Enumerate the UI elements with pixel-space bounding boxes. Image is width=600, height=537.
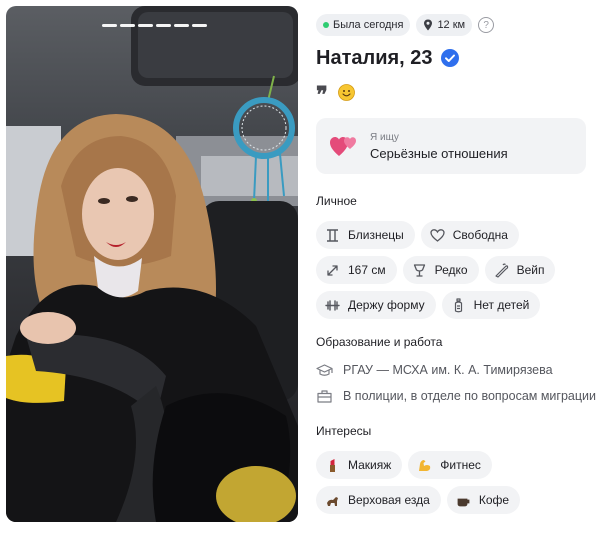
work-item: В полиции, в отделе по вопросам миграции <box>316 387 596 405</box>
chip-interest-horse-riding: Верховая езда <box>316 486 441 514</box>
wine-glass-icon <box>413 263 425 277</box>
chip-label: Нет детей <box>473 298 530 312</box>
chip-label: Редко <box>434 263 468 277</box>
last-seen-text: Была сегодня <box>333 19 404 31</box>
distance-text: 12 км <box>437 19 466 31</box>
chip-smoking: Вейп <box>484 256 556 284</box>
photo-illustration <box>6 6 298 522</box>
chip-interest-makeup: Макияж <box>316 451 403 479</box>
photo-pagination <box>102 24 207 27</box>
profile-photo[interactable] <box>6 6 298 522</box>
vape-icon <box>494 263 508 278</box>
help-icon[interactable]: ? <box>478 17 495 33</box>
chip-label: Близнецы <box>348 228 404 242</box>
last-seen-badge: Была сегодня <box>316 14 411 36</box>
quote-icon: ❞ <box>316 82 328 108</box>
chip-interest-coffee: Кофе <box>446 486 521 514</box>
profile-info: Была сегодня 12 км ? Наталия, 23 ❞ Я ищу… <box>316 14 596 514</box>
chip-fitness: Держу форму <box>316 291 436 319</box>
chip-label: Держу форму <box>348 298 425 312</box>
status-row: Была сегодня 12 км ? <box>316 14 596 36</box>
chip-children: Нет детей <box>441 291 541 319</box>
flexed-biceps-icon <box>419 459 431 471</box>
chip-zodiac: Близнецы <box>316 221 415 249</box>
two-hearts-icon <box>330 137 356 156</box>
looking-for-value: Серьёзные отношения <box>370 145 508 161</box>
photo-dot[interactable] <box>156 24 171 27</box>
briefcase-icon <box>317 390 332 403</box>
chip-label: Свободна <box>452 228 508 242</box>
bio-row: ❞ <box>316 82 596 106</box>
interest-chips: Макияж Фитнес Верховая езда Кофе <box>316 451 596 514</box>
education-item: РГАУ — МСХА им. К. А. Тимирязева <box>316 361 596 379</box>
chip-label: Макияж <box>348 458 392 472</box>
looking-for-label: Я ищу <box>370 131 399 143</box>
heart-outline-icon <box>430 228 445 242</box>
education-section-title: Образование и работа <box>316 335 443 349</box>
photo-dot[interactable] <box>192 24 207 27</box>
lipstick-icon <box>330 458 335 472</box>
photo-dot[interactable] <box>102 24 117 27</box>
profile-name: Наталия, 23 <box>316 46 433 69</box>
work-text: В полиции, в отделе по вопросам миграции <box>343 389 597 403</box>
personal-section-title: Личное <box>316 194 357 208</box>
chip-label: Верховая езда <box>348 493 430 507</box>
chip-label: Кофе <box>478 493 510 507</box>
zodiac-gemini-icon <box>327 228 338 242</box>
chip-relationship: Свободна <box>420 221 519 249</box>
smile-emoji-icon <box>337 83 355 101</box>
chip-height: 167 см <box>316 256 397 284</box>
baby-bottle-icon <box>454 297 462 312</box>
chip-label: Вейп <box>516 263 545 277</box>
height-arrows-icon <box>327 264 338 276</box>
chip-alcohol: Редко <box>402 256 479 284</box>
online-indicator-icon <box>323 22 329 28</box>
looking-for-card: Я ищу Серьёзные отношения <box>316 118 586 174</box>
coffee-icon <box>457 498 470 506</box>
photo-dot[interactable] <box>174 24 189 27</box>
education-text: РГАУ — МСХА им. К. А. Тимирязева <box>343 363 553 377</box>
personal-chips: Близнецы Свободна 167 см Редко Вейп Держ… <box>316 221 596 319</box>
photo-dot[interactable] <box>138 24 153 27</box>
chip-label: Фитнес <box>440 458 481 472</box>
chip-label: 167 см <box>348 263 386 277</box>
graduation-cap-icon <box>316 364 333 376</box>
horse-riding-icon <box>327 496 338 506</box>
verified-check-icon[interactable] <box>440 49 459 67</box>
name-row: Наталия, 23 <box>316 45 596 71</box>
location-pin-icon <box>424 19 433 31</box>
distance-badge: 12 км <box>416 14 473 36</box>
interests-section-title: Интересы <box>316 424 372 438</box>
dumbbell-icon <box>325 299 340 311</box>
chip-interest-fitness: Фитнес <box>408 451 492 479</box>
photo-dot[interactable] <box>120 24 135 27</box>
